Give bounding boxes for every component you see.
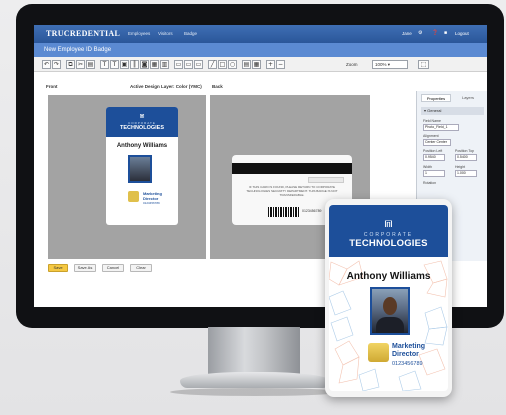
height-input[interactable]: 1.000 [455,170,477,177]
notifications-icon[interactable]: ■ [444,30,447,36]
front-badge-preview[interactable]: ⩎ CORPORATE TECHNOLOGIES Anthony William… [106,107,178,225]
nav-badge[interactable]: Badge [184,31,197,36]
mobile-badge-title: Marketing Director [392,343,425,359]
photo-icon[interactable]: ◙ [140,60,149,69]
mobile-badge-photo [370,287,410,335]
tab-layers[interactable]: Layers [453,94,483,102]
back-card-text[interactable]: IF THIS CARD IS FOUND, PLEASE RETURN TO … [242,185,342,197]
alignment-label: Alignment [423,134,439,138]
section-general-label: General [427,108,442,113]
logout-link[interactable]: Logout [455,31,469,36]
paste-icon[interactable]: ▤ [86,60,95,69]
mobile-badge-device: ⩎ CORPORATE TECHNOLOGIES Anthony William… [325,199,452,397]
user-menu[interactable]: Jane [402,31,412,36]
badge-phone[interactable]: 0123456789 [143,201,160,205]
rotation-label: Rotation [423,181,437,185]
monitor-stand-base [180,372,330,388]
qr-icon[interactable]: ▦ [150,60,159,69]
field-name-input[interactable]: Photo_Field_1 [423,124,459,131]
width-label: Width [423,165,432,169]
magnetic-stripe [232,163,352,174]
zoom-select[interactable]: 100% ▾ [372,60,408,69]
mobile-badge-screen: ⩎ CORPORATE TECHNOLOGIES Anthony William… [329,205,448,391]
barcode-icon[interactable]: ║ [130,60,139,69]
mobile-badge-header: ⩎ CORPORATE TECHNOLOGIES [329,205,448,257]
fit-icon[interactable]: ⬚ [418,60,429,69]
page-title: New Employee ID Badge [34,43,487,57]
badge-header: ⩎ CORPORATE TECHNOLOGIES [106,107,178,137]
position-left-label: Position Left [423,149,443,153]
company-logo-icon: ⩎ [139,111,145,120]
save-as-button[interactable]: Save As [74,264,96,272]
monitor-shadow [170,388,340,396]
align-right-icon[interactable]: ▭ [194,60,203,69]
save-button[interactable]: Save [48,264,68,272]
company-logo-icon: ⩎ [384,215,393,231]
monitor-stand-neck [208,327,300,375]
rectangle-icon[interactable]: □ [218,60,227,69]
width-input[interactable]: 1 [423,170,445,177]
badge-title[interactable]: Marketing Director [143,191,162,201]
align-center-icon[interactable]: ▭ [184,60,193,69]
marketing-composite: TRUCREDENTIAL Employees Visitors Badge J… [0,0,506,415]
help-icon[interactable]: ❓ [432,30,438,36]
design-toolbar: ↶ ↷ ⧉ ✂ ▤ T T ▣ ║ ◙ ▦ ▥ ▭ ▭ ▭ ╱ □ ○ ▤ ▦ … [34,57,487,72]
settings-icon[interactable]: ⚙ [418,30,422,36]
line-icon[interactable]: ╱ [208,60,217,69]
align-icon[interactable]: ▭ [174,60,183,69]
layer-icon[interactable]: ▥ [160,60,169,69]
cut-icon[interactable]: ✂ [76,60,85,69]
app-logo[interactable]: TRUCREDENTIAL [46,29,120,38]
barcode[interactable] [268,207,300,217]
tab-properties[interactable]: Properties [421,94,451,102]
position-left-input[interactable]: 0.9540 [423,154,445,161]
ellipse-icon[interactable]: ○ [228,60,237,69]
back-label: Back [212,84,223,89]
front-design-canvas[interactable]: ⩎ CORPORATE TECHNOLOGIES Anthony William… [48,95,206,259]
undo-icon[interactable]: ↶ [42,60,51,69]
text-box-icon[interactable]: T [110,60,119,69]
position-top-input[interactable]: 0.5400 [455,154,477,161]
badge-name[interactable]: Anthony Williams [106,143,178,149]
redo-icon[interactable]: ↷ [52,60,61,69]
barcode-number: 0123456789 [302,209,322,213]
zoom-in-icon[interactable]: + [266,60,275,69]
nav-employees[interactable]: Employees [128,31,150,36]
table-icon[interactable]: ▤ [242,60,251,69]
alignment-select[interactable]: Center Center [423,139,451,146]
mobile-badge-company: TECHNOLOGIES [349,238,428,249]
grid-icon[interactable]: ▦ [252,60,261,69]
image-icon[interactable]: ▣ [120,60,129,69]
text-icon[interactable]: T [100,60,109,69]
mobile-badge-title-line2: Director [392,351,419,358]
smart-chip-icon [128,191,139,202]
portrait-face [383,297,397,315]
badge-photo[interactable] [128,155,152,183]
badge-company: TECHNOLOGIES [119,125,164,131]
active-layer-label: Active Design Layer: Color (YMC) [130,84,202,89]
zoom-label: Zoom [346,62,358,67]
front-label: Front [46,84,58,89]
cancel-button[interactable]: Cancel [102,264,124,272]
mobile-badge-phone: 0123456789 [392,361,423,367]
mobile-badge-title-line1: Marketing [392,343,426,350]
section-general[interactable]: ▾ General [421,107,484,115]
position-top-label: Position Top [455,149,475,153]
signature-strip [308,177,344,183]
portrait-suit [376,317,404,333]
copy-icon[interactable]: ⧉ [66,60,75,69]
top-nav-bar: TRUCREDENTIAL Employees Visitors Badge J… [34,25,487,43]
height-label: Height [455,165,466,169]
mobile-badge-name: Anthony Williams [346,271,431,282]
clear-button[interactable]: Clear [130,264,152,272]
zoom-value: 100% [375,62,387,67]
field-name-label: Field Name [423,119,441,123]
zoom-out-icon[interactable]: − [276,60,285,69]
nav-visitors[interactable]: Visitors [158,31,173,36]
smart-chip-icon [368,343,389,362]
